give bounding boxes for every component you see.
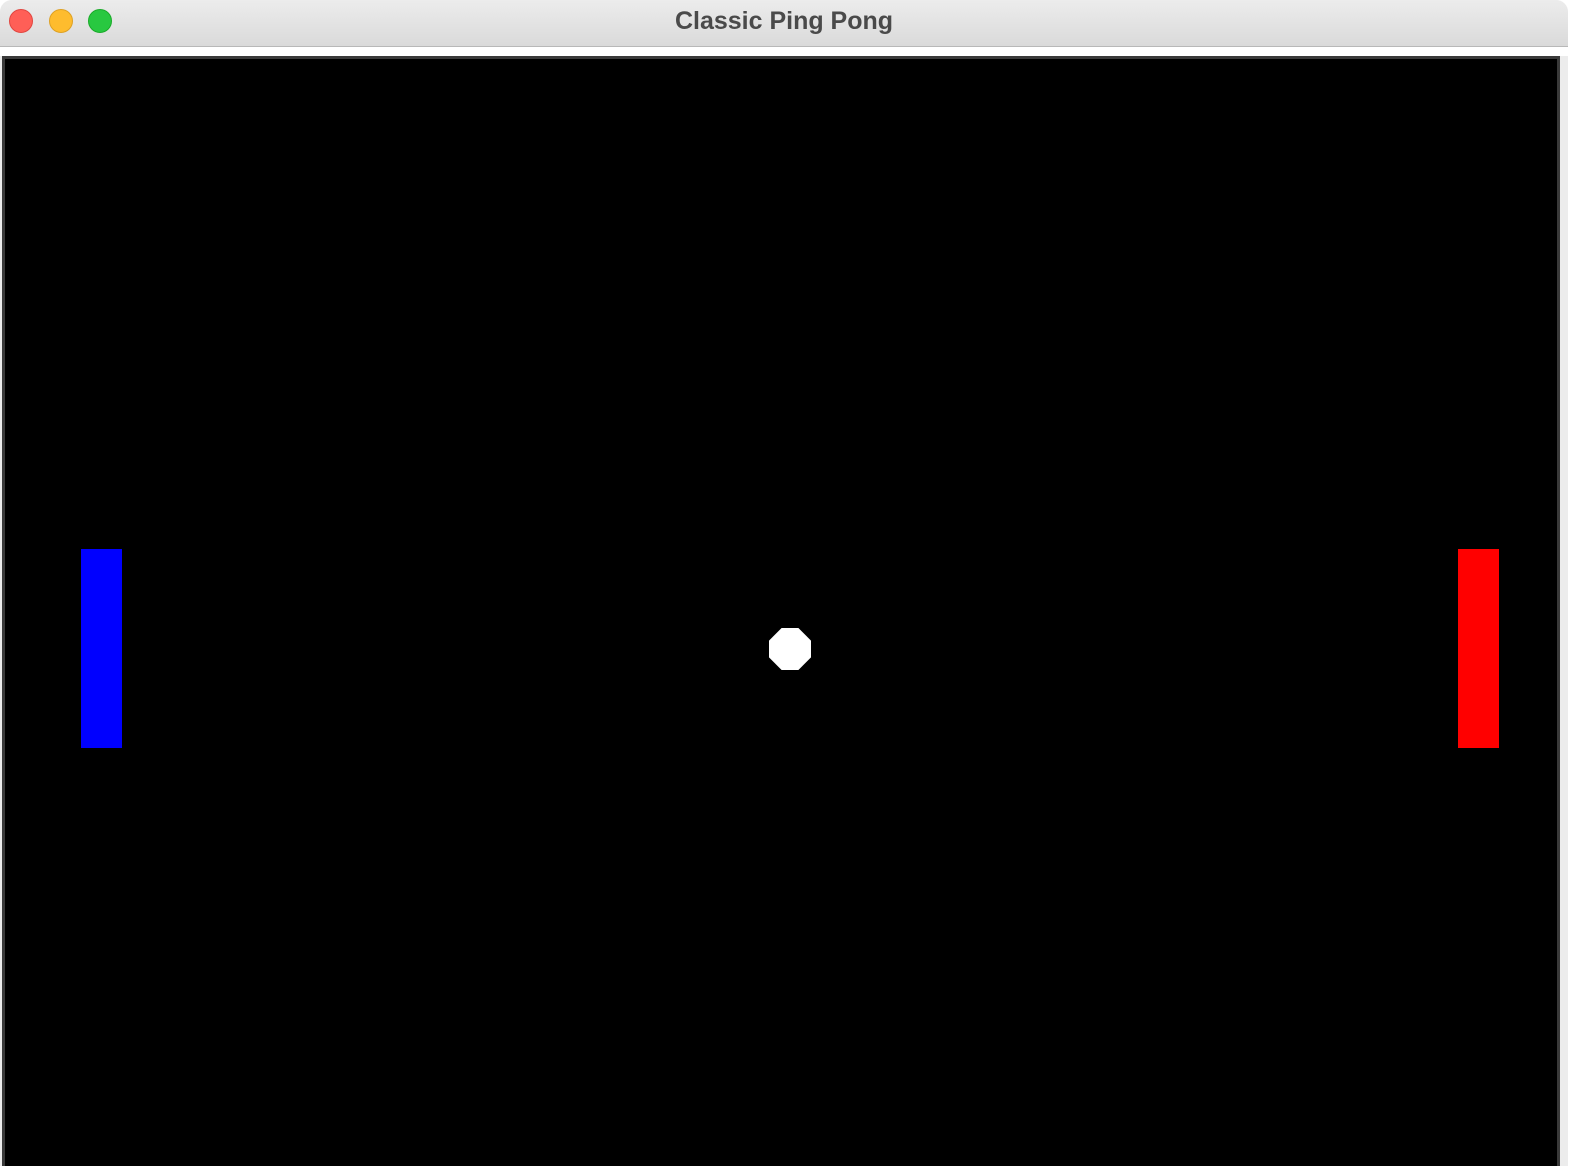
title-bar[interactable]: Classic Ping Pong xyxy=(0,0,1568,47)
desktop-background xyxy=(1568,0,1594,1166)
left-paddle xyxy=(81,549,122,748)
right-paddle xyxy=(1458,549,1499,748)
titlebar-separator xyxy=(0,47,1568,56)
ball xyxy=(769,628,811,670)
window-title: Classic Ping Pong xyxy=(674,7,894,35)
app-window: Classic Ping Pong xyxy=(0,0,1568,1166)
game-court[interactable] xyxy=(2,56,1560,1166)
